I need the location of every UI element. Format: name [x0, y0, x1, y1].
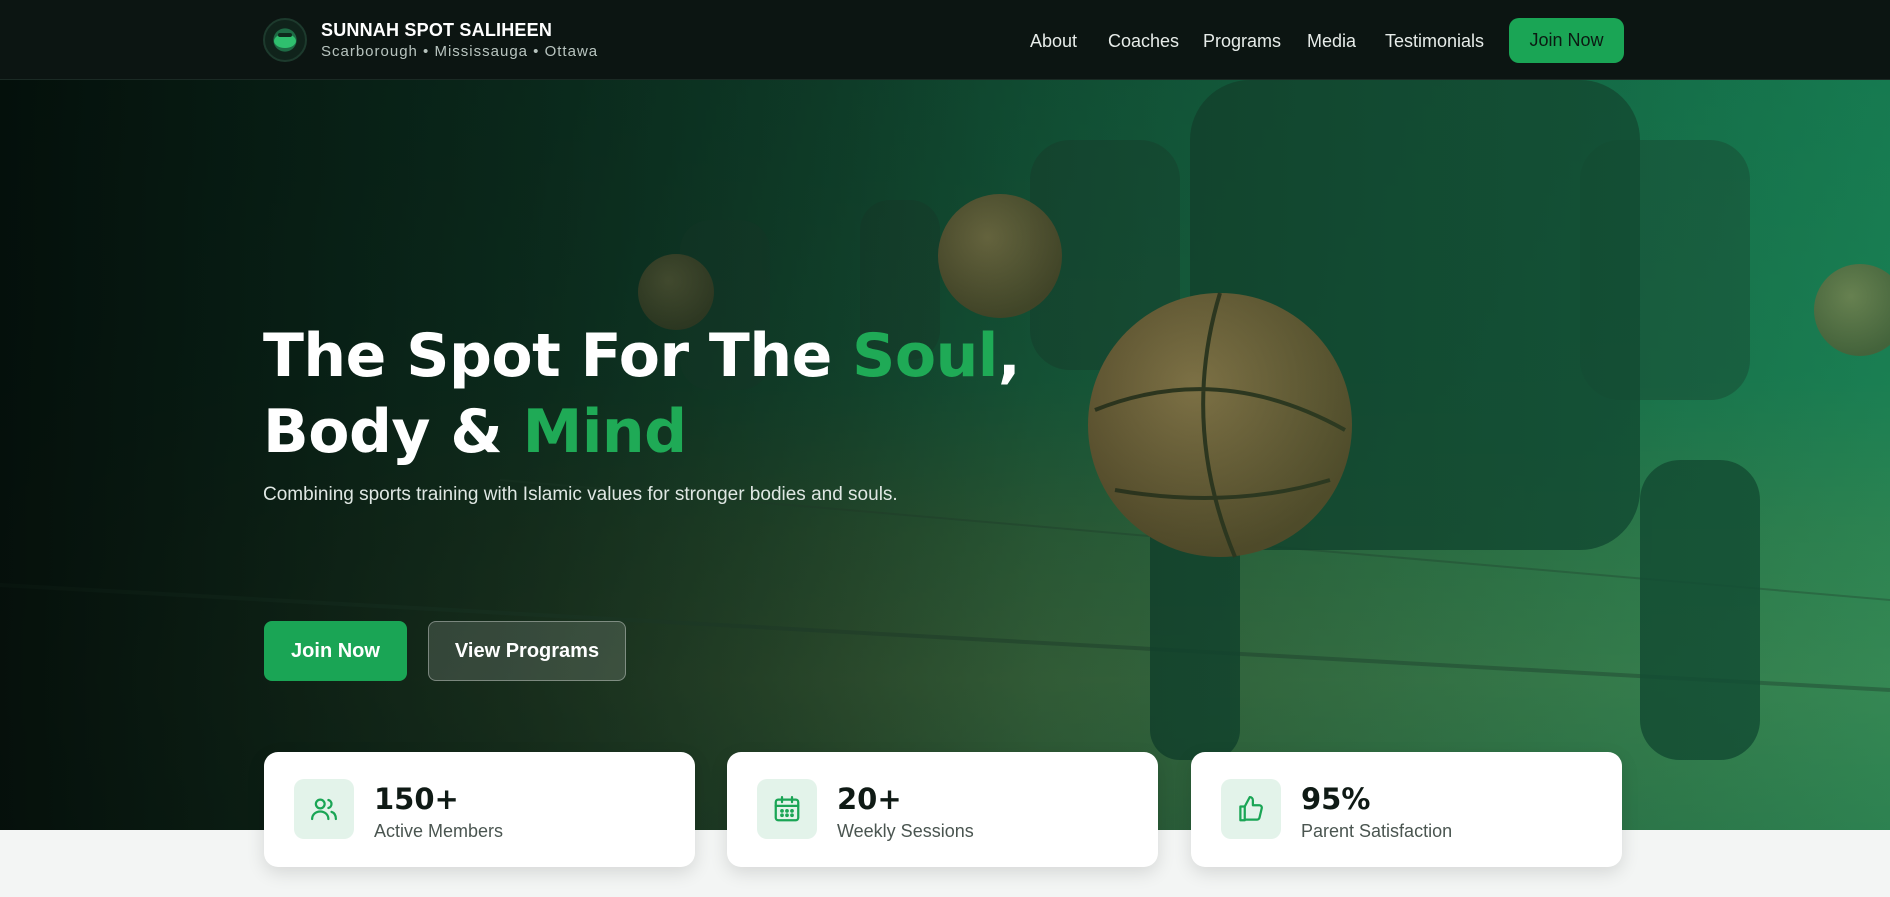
calendar-icon: [757, 779, 817, 839]
hero-title-accent-soul: Soul: [852, 321, 998, 391]
stat-value-sessions: 20+: [837, 782, 902, 816]
hero-title-accent-mind: Mind: [522, 397, 687, 467]
thumbs-up-icon: [1221, 779, 1281, 839]
stat-card-members: 150+ Active Members: [264, 752, 695, 867]
hero-title: The Spot For The Soul, Body & Mind: [263, 318, 1163, 470]
site-header: SUNNAH SPOT SALIHEEN Scarborough • Missi…: [0, 0, 1890, 80]
stat-label-satisfaction: Parent Satisfaction: [1301, 821, 1453, 841]
hero-join-button[interactable]: Join Now: [264, 621, 407, 681]
users-icon: [294, 779, 354, 839]
hero-subtitle: Combining sports training with Islamic v…: [263, 484, 898, 505]
hero-title-text: The Spot For The: [263, 321, 853, 391]
stat-card-satisfaction: 95% Parent Satisfaction: [1191, 752, 1622, 867]
nav-link-coaches[interactable]: Coaches: [1108, 30, 1179, 52]
stat-value-satisfaction: 95%: [1301, 782, 1371, 816]
stat-label-members: Active Members: [374, 821, 504, 841]
hero-section: The Spot For The Soul, Body & Mind Combi…: [0, 80, 1890, 830]
stat-label-sessions: Weekly Sessions: [837, 821, 974, 841]
nav-link-about[interactable]: About: [1030, 30, 1077, 52]
nav-link-programs[interactable]: Programs: [1203, 30, 1281, 52]
stat-value-members: 150+: [374, 782, 459, 816]
nav-link-media[interactable]: Media: [1307, 30, 1356, 52]
stat-card-sessions: 20+ Weekly Sessions: [727, 752, 1158, 867]
view-programs-button[interactable]: View Programs: [428, 621, 626, 681]
header-join-button[interactable]: Join Now: [1509, 18, 1624, 63]
nav-link-testimonials[interactable]: Testimonials: [1385, 30, 1484, 52]
